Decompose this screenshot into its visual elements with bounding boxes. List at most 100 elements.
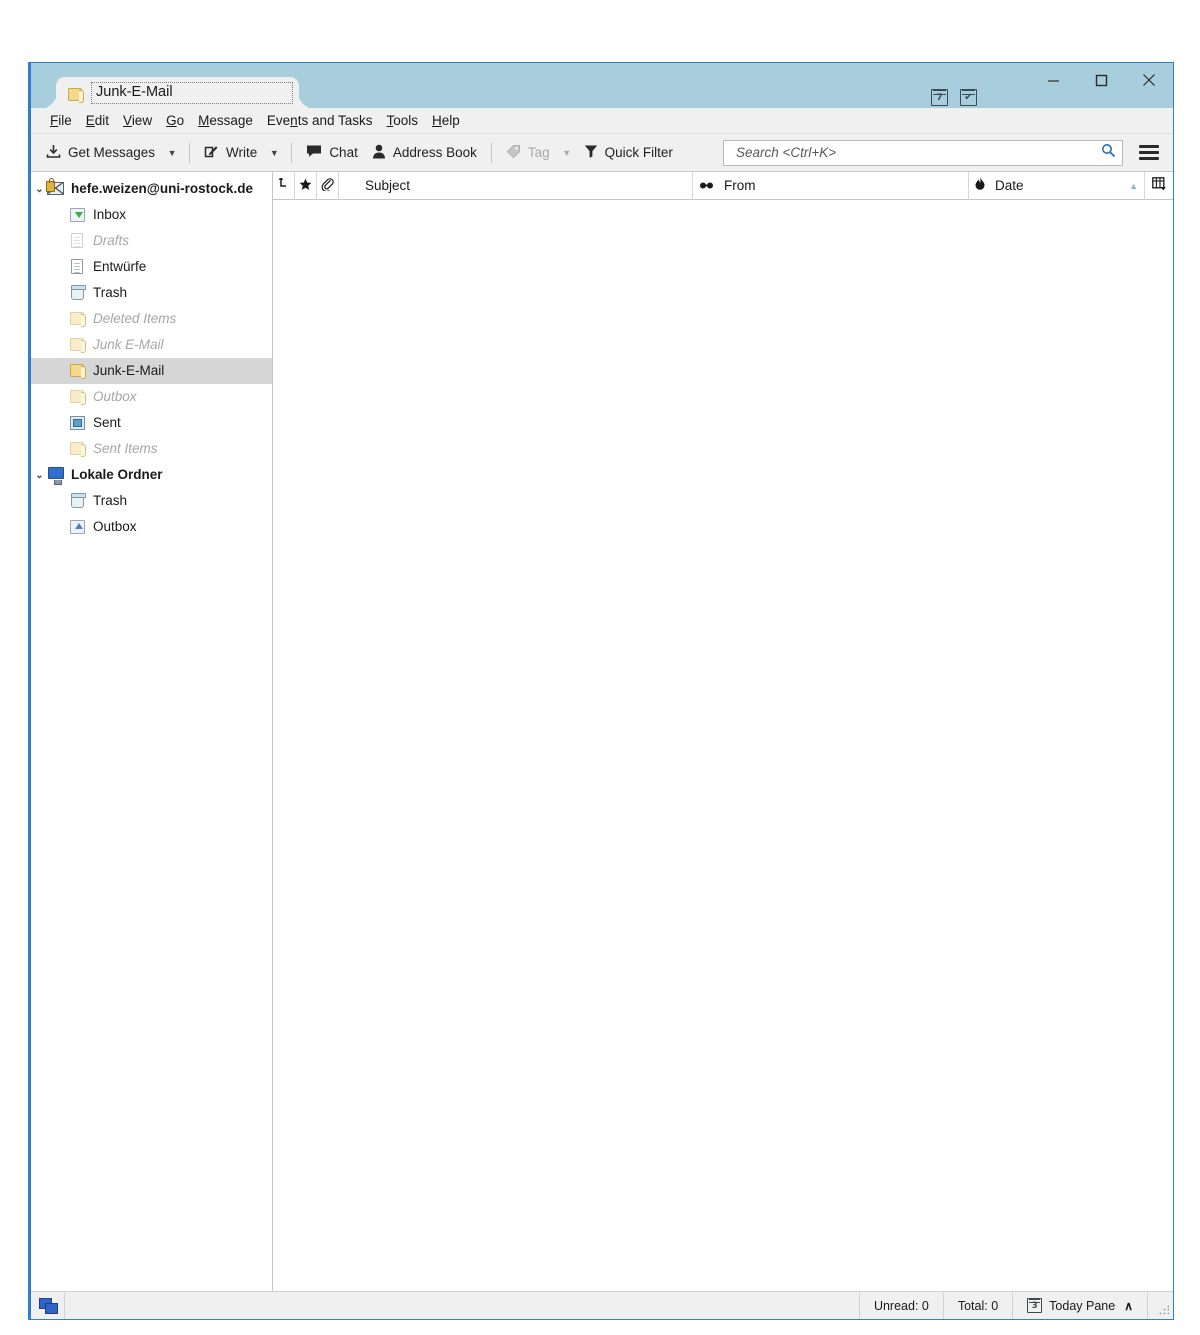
sidebar-item-drafts[interactable]: Drafts <box>31 228 272 254</box>
trash-icon <box>68 284 88 302</box>
sidebar-item-label: Entwürfe <box>93 259 147 274</box>
message-list-header: Subject From Date ▲ <box>273 171 1173 200</box>
sidebar-item-outbox-remote[interactable]: Outbox <box>31 384 272 410</box>
chat-button[interactable]: Chat <box>299 139 365 167</box>
today-pane-label: Today Pane <box>1049 1298 1116 1313</box>
chat-label: Chat <box>329 145 358 160</box>
sidebar-item-label: hefe.weizen@uni-rostock.de <box>71 181 253 196</box>
write-button[interactable]: Write <box>197 139 264 167</box>
person-icon <box>372 144 386 162</box>
network-icon <box>31 1292 65 1319</box>
column-thread[interactable] <box>273 171 295 200</box>
sidebar-item-deleted-items[interactable]: Deleted Items <box>31 306 272 332</box>
write-label: Write <box>226 145 258 160</box>
tag-button[interactable]: Tag <box>499 139 557 167</box>
sidebar-item-label: Lokale Ordner <box>71 467 163 482</box>
menu-go[interactable]: Go <box>159 111 191 130</box>
sidebar-item-sent-items[interactable]: Sent Items <box>31 436 272 462</box>
tag-label: Tag <box>527 145 550 160</box>
maximize-button[interactable] <box>1077 63 1125 97</box>
search-box[interactable] <box>723 139 1123 166</box>
sidebar-item-junk-e-mail-selected[interactable]: Junk-E-Mail <box>31 358 272 384</box>
sidebar-item-sent[interactable]: Sent <box>31 410 272 436</box>
today-pane-toggle[interactable]: 3 Today Pane ∧ <box>1012 1292 1147 1319</box>
sidebar-item-label: Sent <box>93 415 121 430</box>
get-messages-dropdown[interactable]: ▼ <box>162 139 182 167</box>
paperclip-icon <box>321 177 334 194</box>
title-bar: Junk-E-Mail 7 ✔ <box>31 63 1173 108</box>
folder-tab[interactable]: Junk-E-Mail <box>56 77 299 108</box>
total-count: Total: 0 <box>942 1292 1012 1319</box>
sidebar-item-label: Sent Items <box>93 441 158 456</box>
sidebar-item-local-trash[interactable]: Trash <box>31 488 272 514</box>
get-messages-button[interactable]: Get Messages <box>39 139 162 167</box>
chevron-down-icon[interactable]: ⌄ <box>33 470 46 481</box>
flame-icon <box>975 177 985 194</box>
local-folders-icon <box>46 466 66 485</box>
message-pane: Subject From Date ▲ <box>273 171 1173 1291</box>
sidebar-item-lokale-ordner[interactable]: ⌄ Lokale Ordner <box>31 462 272 488</box>
sidebar-item-label: Junk E-Mail <box>93 337 164 352</box>
menu-edit[interactable]: Edit <box>79 111 116 130</box>
message-list[interactable] <box>273 200 1173 1291</box>
menu-events-and-tasks[interactable]: Events and Tasks <box>260 111 380 130</box>
sidebar-item-local-outbox[interactable]: Outbox <box>31 514 272 540</box>
sidebar-item-trash[interactable]: Trash <box>31 280 272 306</box>
folder-icon <box>68 310 88 328</box>
search-icon[interactable] <box>1097 143 1116 162</box>
column-from-label: From <box>724 178 756 193</box>
folder-tab-label: Junk-E-Mail <box>91 81 293 104</box>
unread-count: Unread: 0 <box>858 1292 943 1319</box>
tasks-icon[interactable]: ✔ <box>960 89 977 106</box>
thunderbird-window: Junk-E-Mail 7 ✔ File Edit View Go Messag… <box>28 62 1174 1320</box>
sidebar-item-account[interactable]: ⌄ hefe.weizen@uni-rostock.de <box>31 176 272 202</box>
sidebar-item-label: Outbox <box>93 389 137 404</box>
column-from[interactable]: From <box>693 171 969 200</box>
address-book-button[interactable]: Address Book <box>365 139 484 167</box>
folder-icon <box>68 440 88 458</box>
sidebar-item-label: Drafts <box>93 233 130 248</box>
search-input[interactable] <box>734 144 1097 161</box>
sidebar-item-inbox[interactable]: Inbox <box>31 202 272 228</box>
tag-dropdown[interactable]: ▼ <box>557 139 577 167</box>
folder-icon <box>66 86 84 103</box>
resize-grip[interactable] <box>1147 1292 1173 1319</box>
column-date-label: Date <box>995 178 1024 193</box>
menu-view[interactable]: View <box>116 111 159 130</box>
column-date[interactable]: Date ▲ <box>969 171 1145 200</box>
trash-icon <box>68 492 88 510</box>
sidebar-item-label: Outbox <box>93 519 137 534</box>
status-bar: Unread: 0 Total: 0 3 Today Pane ∧ <box>31 1291 1173 1319</box>
menu-message[interactable]: Message <box>191 111 260 130</box>
get-messages-label: Get Messages <box>68 145 156 160</box>
minimize-button[interactable] <box>1029 63 1077 97</box>
inbox-icon <box>68 206 88 224</box>
column-picker-button[interactable] <box>1145 172 1173 200</box>
chevron-down-icon[interactable]: ⌄ <box>33 184 46 195</box>
close-button[interactable] <box>1125 63 1173 97</box>
sidebar-item-label: Inbox <box>93 207 127 222</box>
column-picker-icon <box>1151 177 1167 194</box>
write-dropdown[interactable]: ▼ <box>264 139 284 167</box>
menu-file[interactable]: File <box>43 111 79 130</box>
column-attachment[interactable] <box>317 171 339 200</box>
column-starred[interactable] <box>295 171 317 200</box>
menu-tools[interactable]: Tools <box>379 111 425 130</box>
folder-pane[interactable]: ⌄ hefe.weizen@uni-rostock.de Inbox Draft… <box>31 172 273 1291</box>
chevron-up-icon[interactable]: ∧ <box>1124 1299 1133 1313</box>
thread-icon <box>278 176 289 194</box>
drafts-icon <box>68 258 88 276</box>
column-subject[interactable]: Subject <box>339 171 693 200</box>
address-book-label: Address Book <box>392 145 477 160</box>
quick-filter-button[interactable]: Quick Filter <box>577 139 680 167</box>
hamburger-menu-icon[interactable] <box>1137 141 1161 165</box>
outbox-icon <box>68 518 88 536</box>
sidebar-item-junk-e-mail-remote[interactable]: Junk E-Mail <box>31 332 272 358</box>
tag-icon <box>506 144 521 162</box>
titlebar-quick-icons: 7 ✔ <box>931 89 977 106</box>
main-body: ⌄ hefe.weizen@uni-rostock.de Inbox Draft… <box>31 171 1173 1291</box>
menu-help[interactable]: Help <box>425 111 467 130</box>
read-status-icon <box>699 178 714 193</box>
sidebar-item-entwuerfe[interactable]: Entwürfe <box>31 254 272 280</box>
calendar-icon[interactable]: 7 <box>931 89 948 106</box>
